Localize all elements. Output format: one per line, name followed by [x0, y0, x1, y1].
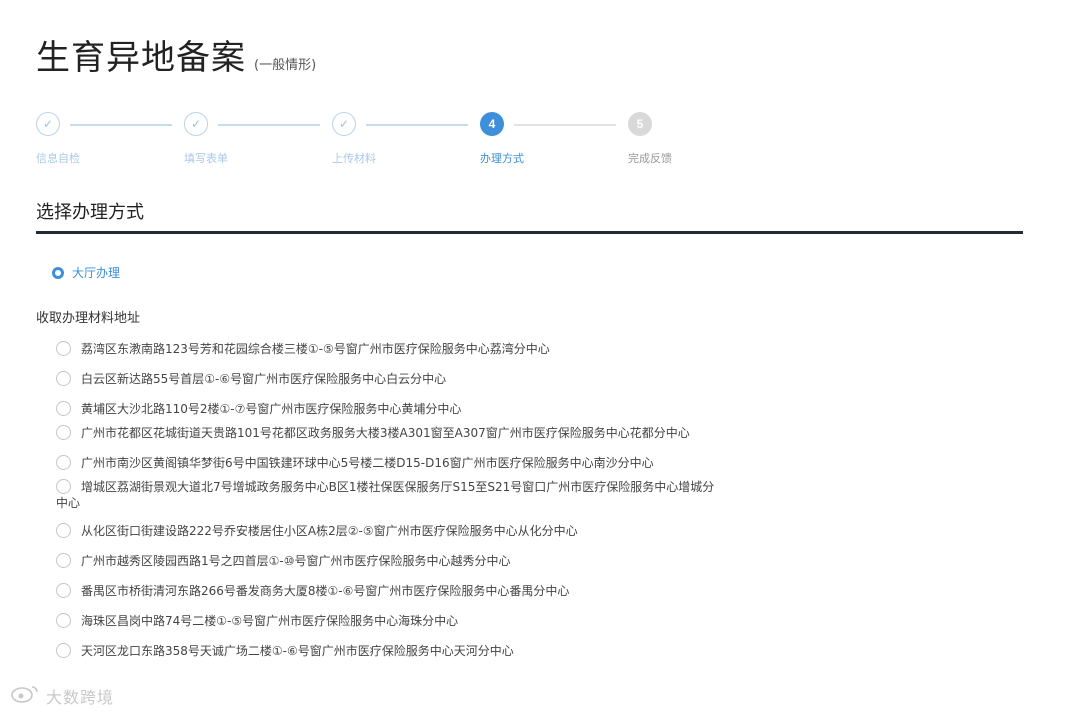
address-option[interactable]: 广州市花都区花城街道天贵路101号花都区政务服务大楼3楼A301窗至A307窗广… [56, 425, 716, 441]
watermark-text: 大数跨境 [46, 688, 115, 707]
step-label: 上传材料 [332, 152, 376, 165]
radio-icon[interactable] [56, 479, 71, 494]
handling-method-label: 大厅办理 [72, 266, 121, 280]
address-text: 天河区龙口东路358号天诚广场二楼①-⑥号窗广州市医疗保险服务中心天河分中心 [81, 644, 514, 658]
page-title: 生育异地备案 (一般情形) [36, 30, 316, 79]
step-label: 完成反馈 [628, 152, 672, 165]
address-text: 广州市南沙区黄阁镇华梦街6号中国铁建环球中心5号楼二楼D15-D16窗广州市医疗… [81, 456, 654, 470]
address-option[interactable]: 从化区街口街建设路222号乔安楼居住小区A栋2层②-⑤窗广州市医疗保险服务中心从… [56, 523, 716, 539]
step-connector [366, 124, 468, 126]
address-option[interactable]: 增城区荔湖街景观大道北7号增城政务服务中心B区1楼社保医保服务厅S15至S21号… [56, 479, 716, 511]
address-text: 增城区荔湖街景观大道北7号增城政务服务中心B区1楼社保医保服务厅S15至S21号… [56, 480, 715, 510]
address-option[interactable]: 广州市越秀区陵园西路1号之四首层①-⑩号窗广州市医疗保险服务中心越秀分中心 [56, 553, 716, 569]
address-option[interactable]: 白云区新达路55号首层①-⑥号窗广州市医疗保险服务中心白云分中心 [56, 371, 716, 387]
check-icon: ✓ [36, 112, 60, 136]
radio-icon[interactable] [56, 341, 71, 356]
check-icon: ✓ [332, 112, 356, 136]
radio-icon[interactable] [56, 371, 71, 386]
radio-icon[interactable] [56, 425, 71, 440]
section-divider [36, 231, 1023, 234]
address-option[interactable]: 天河区龙口东路358号天诚广场二楼①-⑥号窗广州市医疗保险服务中心天河分中心 [56, 643, 716, 659]
step-label: 填写表单 [184, 152, 228, 165]
address-text: 番禺区市桥街清河东路266号番发商务大厦8楼①-⑥号窗广州市医疗保险服务中心番禺… [81, 584, 570, 598]
address-list: 荔湾区东漖南路123号芳和花园综合楼三楼①-⑤号窗广州市医疗保险服务中心荔湾分中… [56, 341, 716, 659]
radio-icon[interactable] [56, 613, 71, 628]
radio-icon[interactable] [56, 643, 71, 658]
address-heading: 收取办理材料地址 [36, 311, 141, 326]
radio-icon[interactable] [56, 553, 71, 568]
section-title: 选择办理方式 [36, 202, 144, 223]
address-text: 白云区新达路55号首层①-⑥号窗广州市医疗保险服务中心白云分中心 [81, 372, 447, 386]
radio-icon[interactable] [56, 583, 71, 598]
radio-icon[interactable] [56, 401, 71, 416]
step-connector [70, 124, 172, 126]
radio-selected-icon [52, 266, 64, 279]
step-connector [218, 124, 320, 126]
address-option[interactable]: 番禺区市桥街清河东路266号番发商务大厦8楼①-⑥号窗广州市医疗保险服务中心番禺… [56, 583, 716, 599]
address-text: 广州市花都区花城街道天贵路101号花都区政务服务大楼3楼A301窗至A307窗广… [81, 426, 690, 440]
address-text: 海珠区昌岗中路74号二楼①-⑤号窗广州市医疗保险服务中心海珠分中心 [81, 614, 459, 628]
step-label: 信息自检 [36, 152, 80, 165]
address-option[interactable]: 黄埔区大沙北路110号2楼①-⑦号窗广州市医疗保险服务中心黄埔分中心 [56, 401, 716, 417]
address-option[interactable]: 海珠区昌岗中路74号二楼①-⑤号窗广州市医疗保险服务中心海珠分中心 [56, 613, 716, 629]
step-label: 办理方式 [480, 152, 524, 165]
progress-steps: ✓ 信息自检 ✓ 填写表单 ✓ 上传材料 4 办理方式 5 完成反馈 [36, 112, 696, 172]
radio-icon[interactable] [56, 455, 71, 470]
page-title-text: 生育异地备案 [36, 38, 246, 78]
address-option[interactable]: 广州市南沙区黄阁镇华梦街6号中国铁建环球中心5号楼二楼D15-D16窗广州市医疗… [56, 455, 716, 471]
step-feedback: 5 完成反馈 [628, 112, 728, 165]
address-text: 荔湾区东漖南路123号芳和花园综合楼三楼①-⑤号窗广州市医疗保险服务中心荔湾分中… [81, 342, 550, 356]
step-number: 4 [480, 112, 504, 136]
handling-method-hall-radio[interactable]: 大厅办理 [52, 264, 120, 281]
check-icon: ✓ [184, 112, 208, 136]
radio-icon[interactable] [56, 523, 71, 538]
step-connector [514, 124, 616, 126]
weibo-icon [10, 684, 40, 708]
watermark: 大数跨境 [10, 684, 114, 708]
step-number: 5 [628, 112, 652, 136]
address-option[interactable]: 荔湾区东漖南路123号芳和花园综合楼三楼①-⑤号窗广州市医疗保险服务中心荔湾分中… [56, 341, 716, 357]
address-text: 从化区街口街建设路222号乔安楼居住小区A栋2层②-⑤窗广州市医疗保险服务中心从… [81, 524, 578, 538]
address-text: 黄埔区大沙北路110号2楼①-⑦号窗广州市医疗保险服务中心黄埔分中心 [81, 402, 462, 416]
page-subtitle: (一般情形) [254, 58, 317, 73]
address-text: 广州市越秀区陵园西路1号之四首层①-⑩号窗广州市医疗保险服务中心越秀分中心 [81, 554, 511, 568]
